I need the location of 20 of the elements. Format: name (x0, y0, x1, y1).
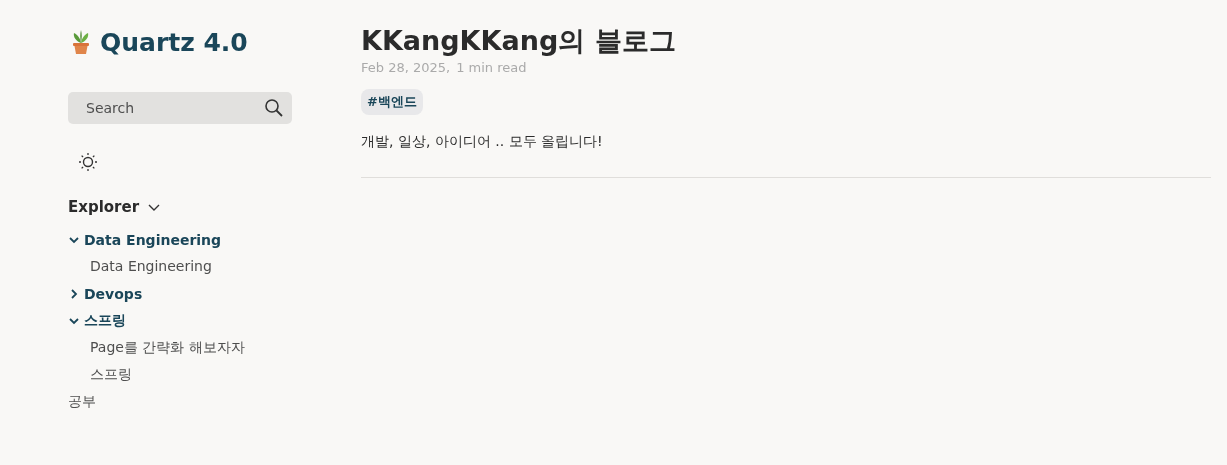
site-title[interactable]: Quartz 4.0 (100, 27, 248, 57)
sun-icon (78, 152, 98, 172)
file-item[interactable]: 스프링 (90, 365, 132, 384)
chevron-icon (68, 287, 80, 300)
body-text: 개발, 일상, 아이디어 .. 모두 올립니다! (361, 133, 604, 151)
folder-item[interactable]: 스프링 (84, 311, 126, 330)
explorer-header[interactable]: Explorer (68, 198, 162, 216)
file-item[interactable]: Page를 간략화 해보자자 (90, 338, 245, 357)
search-field[interactable]: Search (84, 99, 264, 117)
reading-time: 1 min read (456, 60, 527, 75)
theme-toggle-button[interactable] (76, 150, 100, 174)
search-bar[interactable]: Search (68, 92, 292, 124)
file-item[interactable]: Data Engineering (90, 257, 212, 276)
folder-item[interactable]: Data Engineering (84, 231, 222, 248)
tag-link[interactable]: #백엔드 (361, 89, 423, 115)
file-item[interactable]: 공부 (68, 392, 96, 411)
post-date: Feb 28, 2025, (361, 60, 451, 75)
folder-item[interactable]: Devops (84, 285, 143, 302)
article-title: KKangKKang의 블로그 (361, 24, 677, 58)
search-icon (264, 98, 284, 118)
